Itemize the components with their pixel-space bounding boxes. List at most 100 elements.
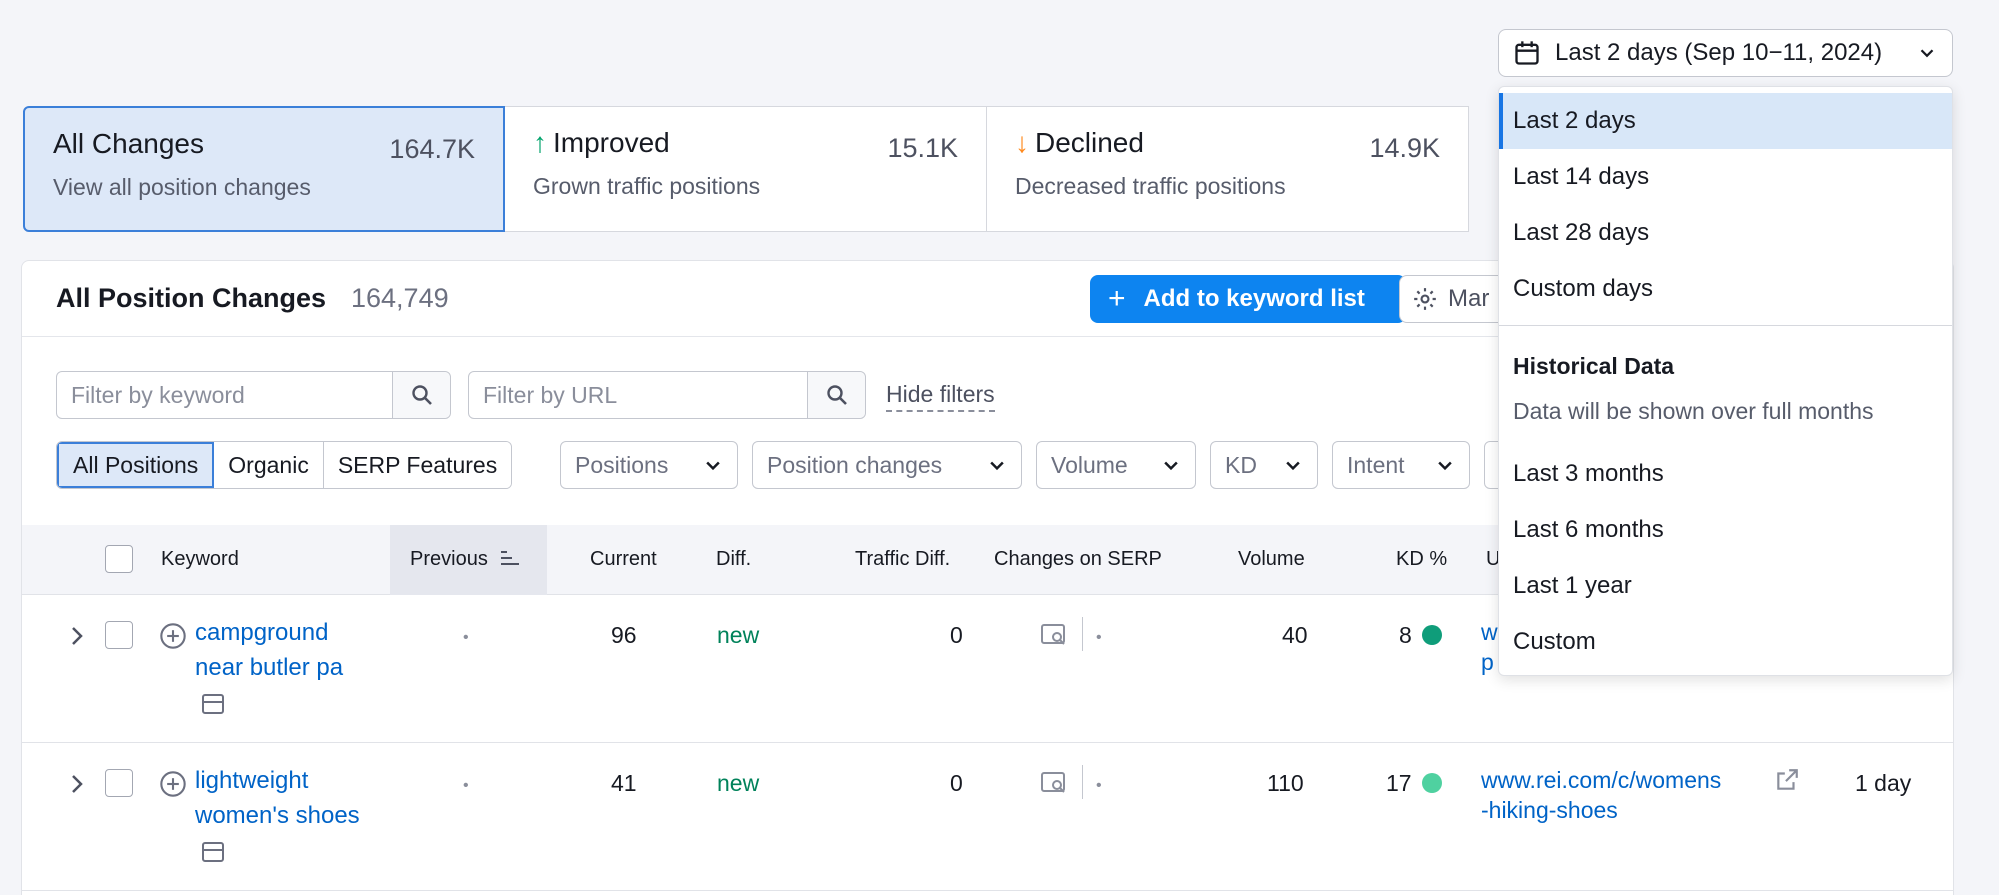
add-circle-icon[interactable]: [159, 622, 187, 650]
segment-organic[interactable]: Organic: [214, 442, 324, 488]
url-line-1: w: [1481, 619, 1498, 645]
serp-snapshot-icon[interactable]: [201, 841, 225, 863]
chevron-down-icon: [1286, 461, 1300, 471]
col-kd[interactable]: KD %: [1396, 548, 1447, 571]
card-subtitle: Decreased traffic positions: [1015, 173, 1286, 199]
menu-item-last-2-days[interactable]: Last 2 days: [1499, 93, 1952, 149]
kd-number: 8: [1399, 622, 1412, 648]
panel-count: 164,749: [351, 283, 449, 313]
date-range-picker[interactable]: Last 2 days (Sep 10−11, 2024): [1498, 29, 1953, 77]
col-current[interactable]: Current: [590, 548, 657, 571]
url-link[interactable]: wp: [1481, 617, 1498, 677]
card-count: 15.1K: [887, 133, 958, 163]
chevron-down-icon: [1920, 49, 1934, 58]
col-traffic-diff[interactable]: Traffic Diff.: [855, 548, 950, 571]
serp-snapshot-icon[interactable]: [201, 693, 225, 715]
row-checkbox[interactable]: [105, 621, 133, 649]
table-row[interactable]: lightweight women's shoes • 41 new 0 • 1…: [22, 743, 1953, 891]
diff-value: new: [717, 622, 760, 648]
search-icon: [826, 385, 847, 405]
menu-item-custom[interactable]: Custom: [1499, 614, 1952, 670]
search-icon: [411, 385, 432, 405]
keyword-search-button[interactable]: [392, 372, 450, 418]
keyword-filter-input[interactable]: [57, 372, 392, 418]
historical-data-heading: Historical Data: [1513, 353, 1675, 379]
calendar-icon: [1515, 41, 1539, 65]
serp-divider: [1082, 765, 1083, 799]
keyword-filter: [56, 371, 451, 419]
previous-position: •: [463, 629, 469, 646]
panel-title: All Position Changes: [56, 283, 327, 313]
arrow-down-icon: ↓: [1015, 127, 1029, 158]
serp-changes: •: [1096, 777, 1102, 794]
card-improved[interactable]: ↑ Improved 15.1K Grown traffic positions: [505, 106, 987, 232]
add-circle-icon[interactable]: [159, 770, 187, 798]
menu-item-last-1-year[interactable]: Last 1 year: [1499, 558, 1952, 614]
current-position: 96: [611, 622, 637, 648]
keyword-link[interactable]: lightweight women's shoes: [195, 763, 365, 868]
volume-dropdown[interactable]: Volume: [1036, 441, 1196, 489]
historical-data-description: Data will be shown over full months: [1513, 398, 1874, 424]
dropdown-label: Volume: [1051, 451, 1128, 478]
external-link-icon[interactable]: [1774, 767, 1800, 793]
kd-value: 8: [1399, 622, 1442, 649]
menu-item-last-3-months[interactable]: Last 3 months: [1499, 446, 1952, 502]
current-position: 41: [611, 770, 637, 796]
serp-changes: •: [1096, 629, 1102, 646]
menu-item-last-14-days[interactable]: Last 14 days: [1499, 149, 1952, 205]
hide-filters-link[interactable]: Hide filters: [886, 381, 995, 412]
add-to-keyword-list-button[interactable]: + Add to keyword list: [1090, 275, 1406, 323]
serp-preview-icon[interactable]: [1040, 621, 1068, 647]
arrow-up-icon: ↑: [533, 127, 547, 158]
dropdown-label: Intent: [1347, 451, 1405, 478]
chevron-down-icon: [706, 461, 720, 471]
volume-value: 110: [1267, 770, 1304, 796]
gear-icon: [1414, 288, 1436, 310]
manage-button-label: Mar: [1448, 285, 1490, 312]
traffic-diff-value: 0: [950, 770, 963, 796]
segment-serp-features[interactable]: SERP Features: [323, 442, 512, 488]
chevron-right-icon[interactable]: [68, 773, 86, 795]
card-title: Declined: [1035, 127, 1144, 158]
kd-dropdown[interactable]: KD: [1210, 441, 1318, 489]
menu-separator: [1499, 325, 1952, 326]
kd-value: 17: [1386, 770, 1442, 797]
serp-preview-icon[interactable]: [1040, 769, 1068, 795]
url-filter: [468, 371, 866, 419]
url-search-button[interactable]: [807, 372, 865, 418]
card-title: Improved: [553, 127, 670, 158]
select-all-checkbox[interactable]: [105, 545, 133, 573]
menu-item-last-6-months[interactable]: Last 6 months: [1499, 502, 1952, 558]
card-all-changes[interactable]: All Changes 164.7K View all position cha…: [23, 106, 505, 232]
card-count: 14.9K: [1369, 133, 1440, 163]
url-filter-input[interactable]: [469, 372, 807, 418]
col-keyword[interactable]: Keyword: [161, 548, 239, 571]
col-diff[interactable]: Diff.: [716, 548, 751, 571]
position-type-segment: All Positions Organic SERP Features: [56, 441, 513, 489]
menu-item-custom-days[interactable]: Custom days: [1499, 261, 1952, 317]
volume-value: 40: [1282, 622, 1308, 648]
col-previous-label: Previous: [410, 548, 488, 570]
dropdown-label: KD: [1225, 451, 1257, 478]
col-changes-on-serp[interactable]: Changes on SERP: [994, 548, 1162, 571]
kd-number: 17: [1386, 770, 1412, 796]
col-volume[interactable]: Volume: [1238, 548, 1305, 571]
row-checkbox[interactable]: [105, 769, 133, 797]
menu-item-last-28-days[interactable]: Last 28 days: [1499, 205, 1952, 261]
date-range-menu: Last 2 days Last 14 days Last 28 days Cu…: [1498, 86, 1953, 676]
col-previous[interactable]: Previous: [410, 548, 521, 571]
url-link[interactable]: www.rei.com/c/womens -hiking-shoes: [1481, 765, 1721, 825]
keyword-link[interactable]: campground near butler pa: [195, 615, 365, 720]
position-changes-dropdown[interactable]: Position changes: [752, 441, 1022, 489]
card-count: 164.7K: [389, 134, 475, 164]
chevron-down-icon: [1164, 461, 1178, 471]
updated-value: 1 day: [1855, 770, 1912, 796]
chevron-right-icon[interactable]: [68, 625, 86, 647]
segment-all-positions[interactable]: All Positions: [57, 442, 215, 488]
add-button-label: Add to keyword list: [1143, 285, 1365, 312]
keyword-text: campground near butler pa: [195, 619, 344, 681]
intent-dropdown[interactable]: Intent: [1332, 441, 1470, 489]
card-declined[interactable]: ↓ Declined 14.9K Decreased traffic positi…: [987, 106, 1469, 232]
positions-dropdown[interactable]: Positions: [560, 441, 738, 489]
card-subtitle: Grown traffic positions: [533, 173, 761, 199]
